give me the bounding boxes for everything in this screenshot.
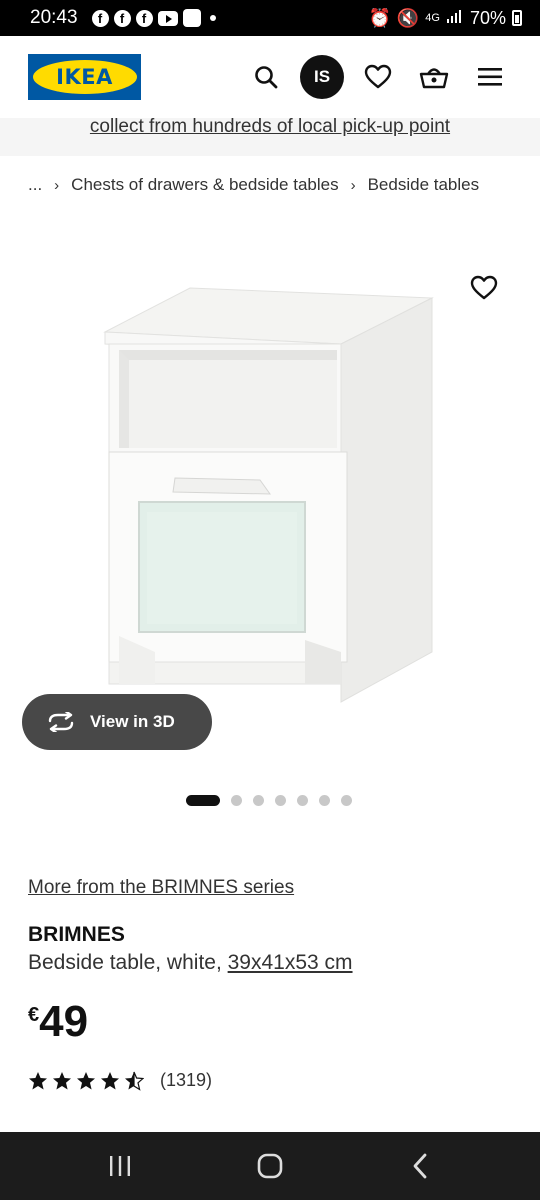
heart-icon: [470, 275, 498, 300]
chevron-right-icon: ›: [54, 176, 60, 194]
breadcrumb-ellipsis[interactable]: ...: [28, 175, 42, 195]
price-currency: €: [28, 1004, 40, 1026]
product-name: BRIMNES: [28, 923, 125, 946]
search-button[interactable]: [244, 55, 288, 99]
carousel-dot[interactable]: [186, 795, 220, 806]
ikea-logo[interactable]: IKEA: [28, 54, 141, 100]
logo-text: IKEA: [56, 65, 113, 89]
product-rating[interactable]: (1319): [28, 1070, 212, 1091]
half-star-icon: [125, 1071, 144, 1091]
product-description-text: Bedside table, white,: [28, 951, 228, 974]
home-button[interactable]: [240, 1136, 300, 1196]
battery-icon: [512, 10, 522, 26]
product-description: Bedside table, white, 39x41x53 cm: [28, 951, 353, 975]
product-image[interactable]: [95, 280, 440, 710]
breadcrumb: ... › Chests of drawers & bedside tables…: [28, 175, 479, 195]
chevron-right-icon: ›: [350, 176, 356, 194]
hamburger-menu-icon: [478, 68, 502, 86]
price-amount: 49: [39, 997, 89, 1046]
product-dimensions-link[interactable]: 39x41x53 cm: [228, 951, 353, 974]
carousel-dot[interactable]: [319, 795, 330, 806]
rotate-3d-icon: [46, 712, 76, 732]
youtube-icon: [157, 10, 178, 26]
battery-level: 70%: [469, 7, 506, 28]
carousel-dot[interactable]: [341, 795, 352, 806]
basket-icon: [419, 68, 449, 89]
facebook-icon: f: [135, 9, 153, 27]
back-button[interactable]: [390, 1136, 450, 1196]
search-icon: [255, 66, 278, 89]
status-bar: 20:43 f f f ⏰ 🔇 4G 70%: [0, 0, 540, 36]
star-icon: [29, 1071, 47, 1089]
home-icon: [257, 1153, 283, 1179]
system-nav-bar: [0, 1132, 540, 1200]
signal-icon: [446, 8, 464, 29]
carousel-dot[interactable]: [275, 795, 286, 806]
add-to-favourites-button[interactable]: [466, 270, 502, 306]
view-in-3d-label: View in 3D: [90, 712, 175, 731]
menu-button[interactable]: [468, 55, 512, 99]
promo-text[interactable]: collect from hundreds of local pick-up p…: [0, 116, 540, 138]
more-notifications-icon: [209, 15, 216, 21]
recent-apps-icon: [110, 1156, 130, 1176]
status-time: 20:43: [30, 7, 78, 28]
app-notification-icon: [182, 9, 201, 27]
notification-icons: f f f: [91, 9, 216, 27]
view-in-3d-button[interactable]: View in 3D: [22, 694, 212, 750]
breadcrumb-chests-of-drawers[interactable]: Chests of drawers & bedside tables: [71, 175, 338, 195]
back-icon: [413, 1153, 427, 1179]
user-avatar[interactable]: IS: [300, 55, 344, 99]
star-icon: [53, 1071, 71, 1089]
alarm-icon: ⏰: [368, 7, 391, 28]
mute-icon: 🔇: [396, 7, 420, 28]
product-price: € 49: [28, 998, 88, 1046]
star-icon: [101, 1071, 119, 1089]
facebook-icon: f: [113, 9, 131, 27]
logo-oval: IKEA: [32, 60, 137, 94]
heart-icon: [364, 64, 392, 89]
carousel-dot[interactable]: [297, 795, 308, 806]
carousel-indicator: [186, 795, 352, 806]
series-link[interactable]: More from the BRIMNES series: [28, 877, 294, 899]
carousel-dot[interactable]: [231, 795, 242, 806]
star-icon: [77, 1071, 95, 1089]
header-icons: IS: [244, 55, 512, 99]
status-right: ⏰ 🔇 4G 70%: [368, 8, 522, 29]
favourites-button[interactable]: [356, 55, 400, 99]
facebook-icon: f: [91, 9, 109, 27]
recent-apps-button[interactable]: [90, 1136, 150, 1196]
review-count[interactable]: (1319): [160, 1070, 212, 1091]
breadcrumb-bedside-tables[interactable]: Bedside tables: [368, 175, 480, 195]
basket-button[interactable]: [412, 55, 456, 99]
network-type: 4G: [425, 12, 440, 24]
site-header: IKEA IS: [0, 36, 540, 118]
carousel-dot[interactable]: [253, 795, 264, 806]
